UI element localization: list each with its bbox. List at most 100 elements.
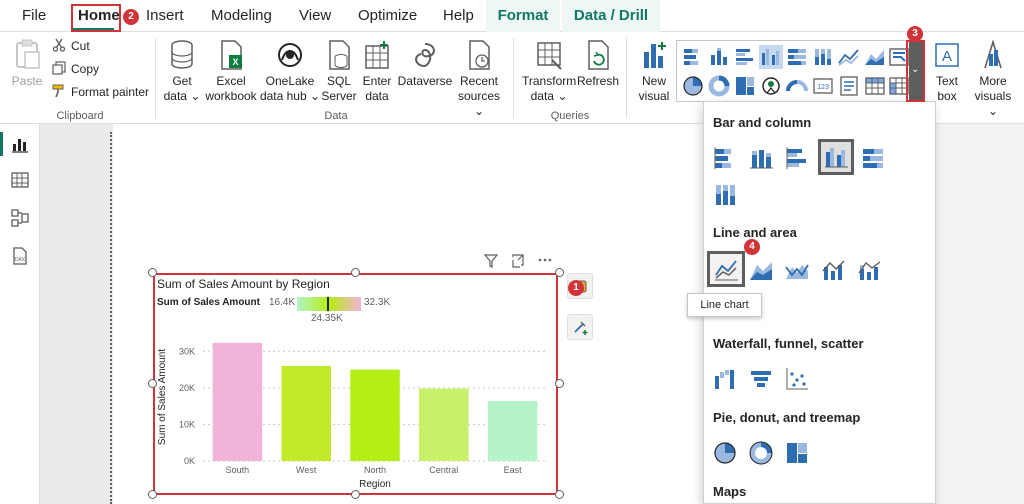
- dax-query-view-icon[interactable]: DAX: [10, 246, 30, 266]
- line-chart-icon[interactable]: [837, 45, 861, 69]
- scatter-chart-icon[interactable]: [784, 366, 810, 392]
- funnel-chart-icon[interactable]: [748, 366, 774, 392]
- legend-label: Sum of Sales Amount: [157, 297, 260, 308]
- treemap-icon[interactable]: [784, 440, 810, 466]
- clustered-column-chart-selected[interactable]: [818, 139, 854, 175]
- recent-label-1: Recent: [459, 74, 499, 88]
- get-data-button[interactable]: Get data ⌄: [162, 40, 202, 104]
- text-box-label-1: Text: [935, 74, 958, 88]
- 100-stacked-bar-chart-icon[interactable]: [860, 145, 886, 171]
- card-icon[interactable]: 123: [811, 74, 835, 98]
- map-icon[interactable]: [759, 74, 783, 98]
- menu-insert[interactable]: Insert: [146, 0, 184, 32]
- sql-server-button[interactable]: SQL Server: [321, 40, 357, 104]
- paste-label: Paste: [11, 74, 43, 88]
- transform-data-icon: [537, 42, 562, 70]
- cut-button[interactable]: Cut: [52, 36, 90, 56]
- filter-icon[interactable]: [483, 254, 499, 268]
- excel-workbook-button[interactable]: X Excel workbook: [203, 40, 259, 104]
- y-tick-label: 0K: [184, 456, 195, 466]
- format-painter-button[interactable]: Format painter: [52, 82, 149, 102]
- dataverse-button[interactable]: Dataverse: [397, 40, 453, 89]
- resize-handle[interactable]: [555, 268, 564, 277]
- stacked-column-chart-icon[interactable]: [748, 145, 774, 171]
- resize-handle[interactable]: [555, 379, 564, 388]
- paste-button[interactable]: Paste: [6, 38, 48, 89]
- new-visual-label-2: visual: [638, 89, 670, 103]
- waterfall-chart-icon[interactable]: [712, 366, 738, 392]
- report-view-icon[interactable]: [10, 134, 30, 154]
- clustered-bar-chart-icon[interactable]: [784, 145, 810, 171]
- menu-modeling[interactable]: Modeling: [211, 0, 272, 32]
- line-chart-option[interactable]: [707, 251, 745, 287]
- excel-label-1: Excel: [216, 74, 246, 88]
- onelake-data-hub-button[interactable]: OneLake data hub ⌄: [259, 40, 321, 104]
- analytics-button[interactable]: [567, 314, 593, 340]
- multi-row-card-icon[interactable]: [837, 74, 861, 98]
- clustered-column-chart-icon[interactable]: [759, 45, 783, 69]
- pie-donut-treemap-heading: Pie, donut, and treemap: [713, 410, 861, 425]
- table-view-icon[interactable]: [10, 170, 30, 190]
- refresh-button[interactable]: Refresh: [577, 40, 619, 89]
- page-boundary: [110, 132, 112, 504]
- transform-data-button[interactable]: Transform data ⌄: [522, 40, 576, 104]
- gauge-icon[interactable]: [785, 74, 809, 98]
- area-chart-icon[interactable]: [748, 257, 774, 283]
- line-clustered-column-chart-icon[interactable]: [820, 257, 846, 283]
- queries-group-label: Queries: [550, 110, 590, 122]
- new-visual-button[interactable]: New visual: [634, 40, 674, 104]
- menu-view[interactable]: View: [299, 0, 331, 32]
- resize-handle[interactable]: [555, 490, 564, 499]
- menu-help[interactable]: Help: [443, 0, 474, 32]
- pie-chart-icon[interactable]: [681, 74, 705, 98]
- bar: [212, 342, 263, 461]
- donut-chart-icon[interactable]: [707, 74, 731, 98]
- model-view-icon[interactable]: [10, 208, 30, 228]
- resize-handle[interactable]: [351, 490, 360, 499]
- more-visuals-button[interactable]: More visuals ⌄: [968, 40, 1018, 119]
- copy-button[interactable]: Copy: [52, 59, 99, 79]
- data-group-label: Data: [324, 110, 348, 122]
- get-data-label-2: data: [163, 89, 187, 103]
- stacked-area-chart-icon[interactable]: [784, 257, 810, 283]
- more-options-icon[interactable]: [538, 258, 552, 262]
- more-visuals-icon: [984, 40, 1002, 69]
- stacked-bar-chart-icon[interactable]: [712, 145, 738, 171]
- enter-data-button[interactable]: Enter data: [359, 40, 395, 104]
- menu-file[interactable]: File: [22, 0, 46, 32]
- table-icon[interactable]: [863, 74, 887, 98]
- bar-chart-visual[interactable]: Sum of Sales Amount by Region Sum of Sal…: [153, 273, 558, 495]
- gradient-legend: [297, 297, 361, 311]
- resize-handle[interactable]: [148, 268, 157, 277]
- focus-mode-icon[interactable]: [512, 254, 524, 268]
- clustered-bar-chart-icon[interactable]: [733, 45, 757, 69]
- onelake-label-2: data hub: [259, 89, 307, 103]
- area-chart-icon[interactable]: [863, 45, 887, 69]
- text-box-button[interactable]: A Text box: [930, 40, 964, 104]
- stacked-bar-chart-icon[interactable]: [681, 45, 705, 69]
- recent-sources-button[interactable]: Recent sources ⌄: [452, 40, 506, 119]
- 100-stacked-column-chart-icon[interactable]: [712, 182, 738, 208]
- menu-optimize[interactable]: Optimize: [358, 0, 417, 32]
- recent-sources-icon: [469, 40, 490, 70]
- pie-chart-icon[interactable]: [712, 440, 738, 466]
- resize-handle[interactable]: [148, 379, 157, 388]
- resize-handle[interactable]: [351, 268, 360, 277]
- line-stacked-column-chart-icon[interactable]: [856, 257, 882, 283]
- 100-stacked-bar-chart-icon[interactable]: [785, 45, 809, 69]
- database-icon: [171, 40, 193, 69]
- chevron-down-icon: ⌄: [306, 89, 321, 103]
- resize-handle[interactable]: [148, 490, 157, 499]
- menu-bar: File Home Insert Modeling View Optimize …: [0, 0, 1024, 32]
- stacked-column-chart-icon[interactable]: [707, 45, 731, 69]
- ribbon-separator: [513, 38, 514, 118]
- treemap-icon[interactable]: [733, 74, 757, 98]
- 100-stacked-column-chart-icon[interactable]: [811, 45, 835, 69]
- clustered-column-chart-icon: [825, 148, 848, 168]
- table-plus-icon: [365, 41, 389, 69]
- menu-data-drill[interactable]: Data / Drill: [562, 0, 660, 32]
- transform-label-1: Transform: [522, 74, 577, 88]
- menu-format[interactable]: Format: [486, 0, 560, 32]
- paste-icon: [16, 39, 40, 69]
- donut-chart-icon[interactable]: [748, 440, 774, 466]
